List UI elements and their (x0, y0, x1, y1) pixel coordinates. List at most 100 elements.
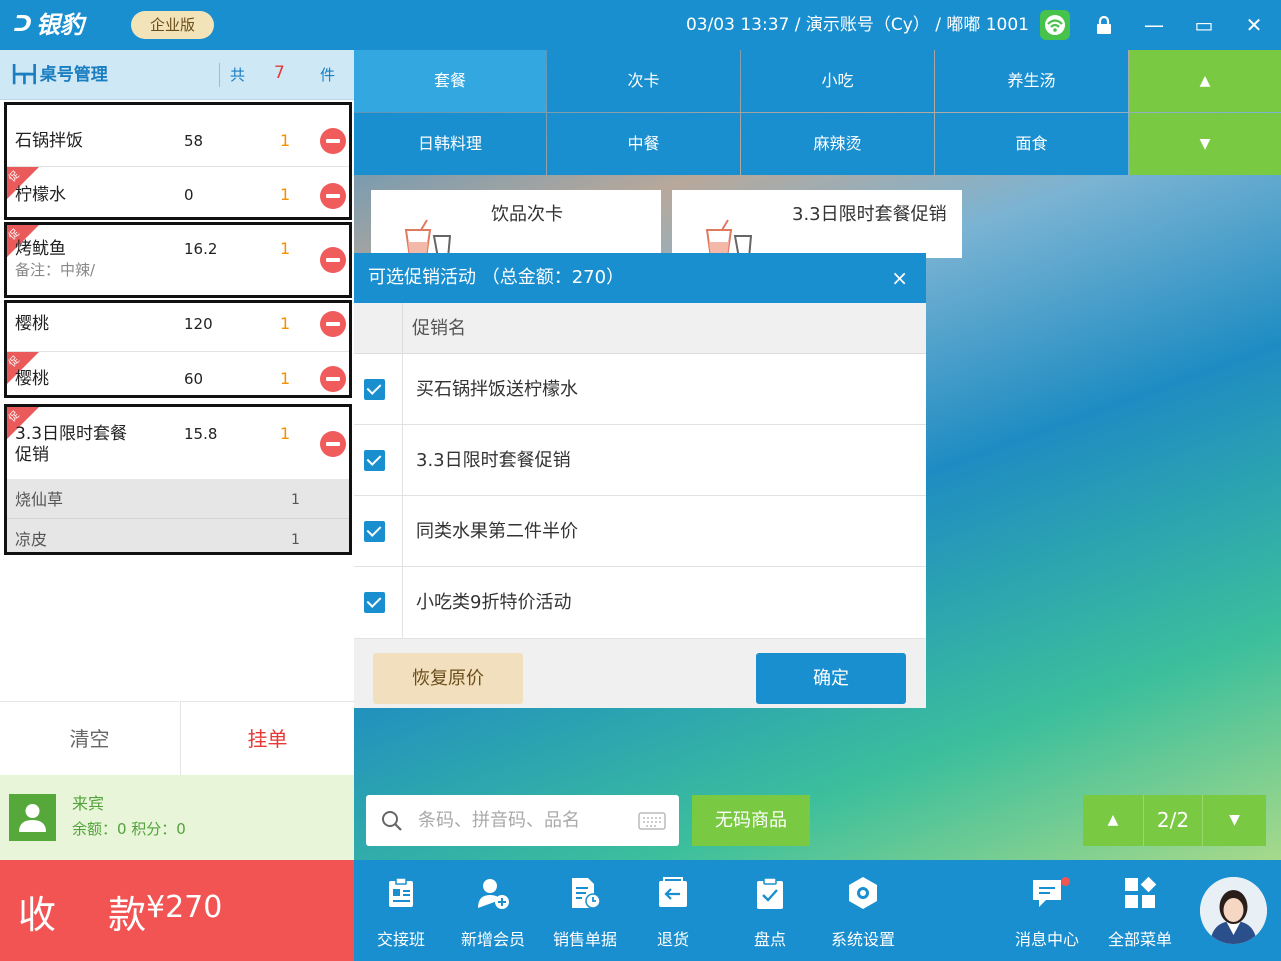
page-up-icon[interactable]: ▲ (1083, 795, 1143, 846)
checkout-label: 收 款 (18, 893, 167, 937)
clear-button[interactable]: 清空 (0, 701, 179, 775)
divider (402, 354, 403, 425)
toolbar-sales-docs[interactable]: 销售单据 (540, 868, 630, 958)
member-avatar-icon (9, 794, 56, 841)
search-input[interactable]: 条码、拼音码、品名 (418, 795, 580, 846)
product-name: 3.3日限时套餐促销 (792, 204, 947, 225)
toolbar-all-menu[interactable]: 全部菜单 (1095, 868, 1185, 958)
all-menu-icon (1125, 876, 1157, 908)
promo-checkbox[interactable] (364, 379, 385, 400)
status-text: 03/03 13:37 / 演示账号（Cy） / 嘟嘟 1001 (685, 15, 1029, 35)
total-prefix: 共 (230, 66, 246, 84)
promo-row[interactable]: 3.3日限时套餐促销 (354, 425, 926, 496)
dialog-header: 可选促销活动 （总金额：270） × (354, 253, 926, 303)
order-item[interactable]: 促 樱桃 60 1 (7, 352, 349, 396)
checkout-amount: ¥270 (146, 890, 223, 925)
total-count: 7 (274, 63, 285, 83)
toolbar-shift-handover[interactable]: 交接班 (356, 868, 446, 958)
tab-category[interactable]: 次卡 (547, 50, 740, 112)
toolbar-label: 交接班 (376, 930, 425, 949)
tab-category[interactable]: 养生汤 (935, 50, 1128, 112)
promo-checkbox[interactable] (364, 521, 385, 542)
promo-table-header: 促销名 (354, 303, 926, 354)
order-panel-header: ┣┳┫桌号管理 共 7 件 (0, 50, 354, 100)
order-item[interactable]: 促 柠檬水 0 1 (7, 167, 349, 220)
wifi-icon[interactable] (1040, 10, 1070, 40)
maximize-button[interactable]: ▭ (1181, 0, 1227, 50)
promo-checkbox[interactable] (364, 592, 385, 613)
order-group: 促 3.3日限时套餐 促销 15.8 1 烧仙草 1 凉皮 1 (4, 404, 352, 555)
inventory-check-icon (757, 877, 783, 909)
toolbar-label: 系统设置 (830, 930, 895, 949)
close-icon[interactable]: × (891, 253, 908, 303)
divider (402, 303, 403, 354)
checkout-button[interactable]: 收 款 ¥270 (0, 860, 354, 961)
member-name: 来宾 (72, 794, 105, 813)
minimize-button[interactable]: — (1131, 0, 1177, 50)
tab-category[interactable]: 麻辣烫 (741, 113, 934, 175)
item-price: 58 (184, 132, 204, 150)
item-qty: 1 (280, 314, 291, 333)
remove-item-icon[interactable] (320, 366, 346, 392)
promo-row[interactable]: 小吃类9折特价活动 (354, 567, 926, 639)
promo-name: 买石锅拌饭送柠檬水 (416, 379, 578, 400)
toolbar-label: 全部菜单 (1107, 930, 1172, 949)
brand-name: 银豹 (35, 11, 84, 39)
return-icon (659, 877, 687, 907)
tab-category[interactable]: 中餐 (547, 113, 740, 175)
product-name: 饮品次卡 (491, 204, 563, 225)
item-name-line1: 3.3日限时套餐 (15, 424, 128, 444)
remove-item-icon[interactable] (320, 128, 346, 154)
no-barcode-button[interactable]: 无码商品 (692, 795, 810, 846)
order-item[interactable]: 石锅拌饭 58 1 (7, 105, 349, 165)
divider (402, 567, 403, 638)
tab-category[interactable]: 面食 (935, 113, 1128, 175)
promo-row[interactable]: 买石锅拌饭送柠檬水 (354, 354, 926, 425)
hold-order-button[interactable]: 挂单 (180, 701, 354, 775)
toolbar-return[interactable]: 退货 (628, 868, 718, 958)
promo-name: 3.3日限时套餐促销 (416, 450, 571, 471)
item-qty: 1 (280, 131, 291, 150)
remove-item-icon[interactable] (320, 247, 346, 273)
category-scroll-up-icon[interactable]: ▲ (1129, 50, 1281, 112)
remove-item-icon[interactable] (320, 431, 346, 457)
toolbar-messages[interactable]: 消息中心 (1002, 868, 1092, 958)
item-name: 柠檬水 (15, 185, 66, 205)
notification-badge (1061, 877, 1070, 886)
order-item[interactable]: 樱桃 120 1 (7, 303, 349, 351)
tab-category[interactable]: 套餐 (354, 50, 546, 112)
page-down-icon[interactable]: ▼ (1203, 795, 1266, 846)
page-indicator: 2/2 (1143, 795, 1203, 846)
category-scroll-down-icon[interactable]: ▼ (1129, 113, 1281, 175)
table-manage-title[interactable]: ┣┳┫桌号管理 (9, 50, 108, 100)
sub-item-qty: 1 (291, 492, 300, 508)
tab-category[interactable]: 日韩料理 (354, 113, 546, 175)
toolbar-add-member[interactable]: 新增会员 (448, 868, 538, 958)
promo-checkbox[interactable] (364, 450, 385, 471)
confirm-button[interactable]: 确定 (756, 653, 906, 704)
toolbar-inventory[interactable]: 盘点 (725, 868, 815, 958)
toolbar-settings[interactable]: 系统设置 (818, 868, 908, 958)
search-icon (382, 811, 402, 831)
tab-category[interactable]: 小吃 (741, 50, 934, 112)
item-qty: 1 (280, 369, 291, 388)
remove-item-icon[interactable] (320, 311, 346, 337)
customer-service-avatar[interactable] (1200, 877, 1267, 944)
product-card[interactable]: 饮品次卡 (371, 190, 661, 258)
order-item[interactable]: 促 3.3日限时套餐 促销 15.8 1 (7, 407, 349, 479)
package-sub-item: 烧仙草 1 (7, 479, 349, 519)
promo-name: 同类水果第二件半价 (416, 521, 578, 542)
search-box[interactable]: 条码、拼音码、品名 (366, 795, 679, 846)
close-window-button[interactable]: ✕ (1231, 0, 1277, 50)
item-price: 15.8 (184, 425, 218, 443)
item-price: 60 (184, 370, 204, 388)
remove-item-icon[interactable] (320, 183, 346, 209)
promo-row[interactable]: 同类水果第二件半价 (354, 496, 926, 567)
sub-item-name: 烧仙草 (15, 490, 64, 509)
sub-item-qty: 1 (291, 532, 300, 548)
restore-price-button[interactable]: 恢复原价 (373, 653, 523, 704)
order-item[interactable]: 促 烤鱿鱼 16.2 1 备注：中辣/ (7, 225, 349, 295)
lock-icon[interactable] (1081, 0, 1127, 50)
keyboard-icon[interactable] (638, 812, 666, 830)
product-card[interactable]: 3.3日限时套餐促销 (672, 190, 962, 258)
